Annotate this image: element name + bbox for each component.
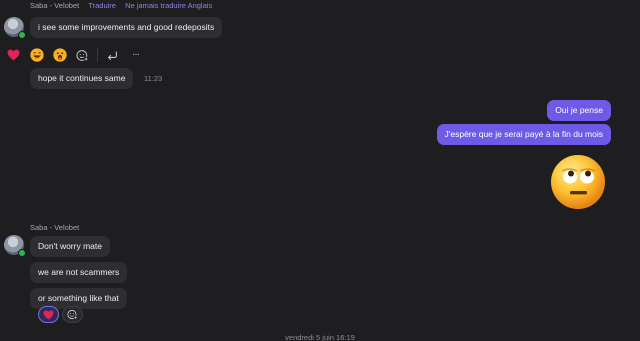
- reply-button[interactable]: [104, 47, 121, 64]
- add-reaction-icon: [76, 49, 89, 61]
- avatar-saba-top[interactable]: [4, 17, 26, 39]
- message-bubble[interactable]: i see some improvements and good redepos…: [30, 17, 223, 38]
- presence-online-icon: [18, 249, 26, 257]
- avatar-saba-bottom[interactable]: [4, 235, 26, 257]
- message-timestamp: 11:23: [144, 74, 163, 83]
- outgoing-message-bubble[interactable]: Oui je pense: [547, 100, 611, 121]
- heart-icon: [7, 49, 20, 61]
- more-options-button[interactable]: ···: [127, 47, 144, 64]
- sender-header-top: Saba - Velobet Traduire Ne jamais tradui…: [30, 1, 212, 10]
- message-bubble[interactable]: hope it continues same: [30, 68, 134, 89]
- heart-icon: [43, 309, 54, 320]
- message-action-toolbar: ···: [3, 44, 146, 66]
- message-bubble[interactable]: we are not scammers: [30, 262, 128, 283]
- heart-emoji-reaction-button[interactable]: [5, 47, 22, 64]
- add-reaction-button[interactable]: [74, 47, 91, 64]
- heart-reaction-chip[interactable]: [38, 306, 59, 323]
- presence-online-icon: [18, 31, 26, 39]
- reply-icon: [107, 51, 117, 60]
- message-bubble[interactable]: Don't worry mate: [30, 236, 110, 257]
- laughing-emoji-reaction-button[interactable]: [28, 47, 45, 64]
- surprised-emoji-reaction-button[interactable]: [51, 47, 68, 64]
- surprised-emoji-icon: [52, 48, 67, 62]
- never-translate-link[interactable]: Ne jamais traduire Anglais: [125, 1, 212, 10]
- eye-roll-emoji-icon: [561, 168, 596, 195]
- more-options-icon: ···: [132, 49, 140, 60]
- laughing-emoji-icon: [29, 48, 44, 62]
- sender-name: Saba - Velobet: [30, 223, 80, 232]
- eye-roll-emoji-sticker[interactable]: [551, 155, 605, 209]
- date-separator: vendredi 5 juin 16:19: [285, 333, 355, 341]
- translate-link[interactable]: Traduire: [88, 1, 116, 10]
- add-reaction-chip[interactable]: [62, 306, 83, 323]
- toolbar-divider: [97, 48, 98, 62]
- add-reaction-icon: [67, 309, 78, 320]
- sender-name: Saba - Velobet: [30, 1, 80, 10]
- sender-header-bottom: Saba - Velobet: [30, 223, 79, 232]
- outgoing-message-bubble[interactable]: J'espère que je serai payé à la fin du m…: [436, 124, 611, 145]
